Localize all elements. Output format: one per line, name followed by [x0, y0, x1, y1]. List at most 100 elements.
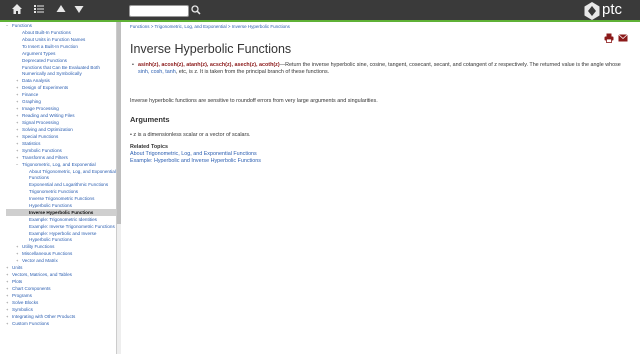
related-link[interactable]: About Trigonometric, Log, and Exponentia…	[130, 151, 257, 157]
sidebar-item[interactable]: Example: Hyperbolic and Inverse Hyperbol…	[6, 230, 116, 243]
ptc-logo-icon	[584, 2, 600, 20]
sidebar-item-label: Vectors, Matrices, and Tables	[12, 272, 72, 277]
sidebar-item-label: Units	[12, 265, 23, 270]
sidebar-item[interactable]: − Functions	[6, 22, 116, 29]
sidebar-item[interactable]: + Vectors, Matrices, and Tables	[6, 271, 116, 278]
sidebar-item[interactable]: + Solving and Optimization	[6, 126, 116, 133]
sidebar-item[interactable]: + Symbolics	[6, 306, 116, 313]
sidebar-item[interactable]: + Finance	[6, 91, 116, 98]
email-icon[interactable]	[618, 30, 628, 42]
sidebar-scrollbar-thumb[interactable]	[117, 22, 121, 224]
sidebar-item-label: Design of Experiments	[22, 85, 69, 90]
sidebar-item-label: Solving and Optimization	[22, 127, 73, 132]
sidebar-item-label: Image Processing	[22, 106, 59, 111]
print-icon[interactable]	[604, 30, 614, 43]
related-topics-heading: Related Topics	[130, 144, 168, 150]
sidebar-item-label: Reading and Writing Files	[22, 113, 75, 118]
sidebar-item-label: Inverse Trigonometric Functions	[29, 196, 95, 201]
sidebar-item[interactable]: Example: Trigonometric Identities	[6, 216, 116, 223]
sidebar-item-label: Symbolics	[12, 307, 33, 312]
sidebar-item[interactable]: + Design of Experiments	[6, 84, 116, 91]
sidebar-item-label: Functions	[12, 23, 32, 28]
function-description: asinh(z), acosh(z), atanh(z), acsch(z), …	[138, 62, 630, 76]
sidebar-item[interactable]: + Transforms and Filters	[6, 154, 116, 161]
sidebar-item[interactable]: + Units	[6, 264, 116, 271]
sidebar-item-label: Symbolic Functions	[22, 148, 62, 153]
sidebar-item-label: Exponential and Logarithmic Functions	[29, 182, 109, 187]
sidebar-item[interactable]: + Miscellaneous Functions	[6, 250, 116, 257]
sidebar-item[interactable]: Hyperbolic Functions	[6, 202, 116, 209]
sidebar-item[interactable]: Inverse Hyperbolic Functions	[6, 209, 116, 216]
sidebar-item[interactable]: To Insert a Built-In Function	[6, 43, 116, 50]
sidebar-item-label: Inverse Hyperbolic Functions	[29, 210, 94, 215]
sidebar-item[interactable]: + Utility Functions	[6, 243, 116, 250]
sidebar-item-label: Signal Processing	[22, 120, 59, 125]
sidebar-item[interactable]: + Programs	[6, 292, 116, 299]
logo-text: ptc	[602, 1, 623, 18]
sidebar-item[interactable]: + Plots	[6, 278, 116, 285]
argument-item: • z is a dimensionless scalar or a vecto…	[130, 132, 251, 138]
search-input[interactable]	[129, 5, 189, 17]
sidebar-item[interactable]: + Data Analysis	[6, 77, 116, 84]
sidebar-item-label: Example: Hyperbolic and Inverse Hyperbol…	[29, 231, 97, 242]
sidebar-item[interactable]: + Vector and Matrix	[6, 257, 116, 264]
function-list-item: • asinh(z), acosh(z), atanh(z), acsch(z)…	[130, 62, 630, 76]
sidebar-item[interactable]: + Reading and Writing Files	[6, 112, 116, 119]
sidebar-item[interactable]: − Trigonometric, Log, and Exponential	[6, 161, 116, 168]
sidebar-item[interactable]: About Trigonometric, Log, and Exponentia…	[6, 168, 116, 181]
page-title: Inverse Hyperbolic Functions	[130, 42, 292, 56]
arrow-down-icon[interactable]	[72, 3, 86, 17]
sidebar-item-label: Custom Functions	[12, 321, 50, 326]
sidebar-item-label: Special Functions	[22, 134, 59, 139]
sidebar-item-label: Graphing	[22, 99, 41, 104]
toggle-icon[interactable]: +	[6, 321, 8, 327]
description-text: Inverse hyperbolic functions are sensiti…	[130, 98, 378, 104]
sidebar-item-label: Programs	[12, 293, 32, 298]
search-icon[interactable]	[190, 3, 202, 17]
sidebar-item[interactable]: About Units in Function Names	[6, 36, 116, 43]
sidebar-item-label: Functions that Can Be Evaluated Both Num…	[22, 65, 100, 76]
arrow-up-icon[interactable]	[54, 3, 68, 17]
sidebar-item-label: Example: Inverse Trigonometric Functions	[29, 224, 115, 229]
sidebar-item[interactable]: + Custom Functions	[6, 320, 116, 327]
sidebar-item-label: About Units in Function Names	[22, 37, 86, 42]
sidebar-item-label: Data Analysis	[22, 78, 50, 83]
sidebar-item-label: To Insert a Built-In Function	[22, 44, 78, 49]
sidebar-item-label: Integrating with Other Products	[12, 314, 76, 319]
sidebar-item[interactable]: + Graphing	[6, 98, 116, 105]
sidebar-item[interactable]: Functions that Can Be Evaluated Both Num…	[6, 64, 116, 77]
sidebar-item[interactable]: About Built-In Functions	[6, 29, 116, 36]
toc-sidebar: − Functions About Built-In Functions About …	[6, 22, 117, 354]
sidebar-item[interactable]: + Integrating with Other Products	[6, 313, 116, 320]
bullet-icon: •	[132, 62, 134, 68]
list-icon[interactable]	[32, 3, 46, 17]
function-links[interactable]: sinh, cosh, tanh	[138, 69, 176, 75]
sidebar-item[interactable]: + Statistics	[6, 140, 116, 147]
home-icon[interactable]	[10, 3, 24, 17]
arguments-heading: Arguments	[130, 115, 170, 124]
sidebar-item-label: Example: Trigonometric Identities	[29, 217, 97, 222]
sidebar-item-label: About Trigonometric, Log, and Exponentia…	[29, 169, 116, 180]
sidebar-item[interactable]: + Image Processing	[6, 105, 116, 112]
sidebar-item-label: Transforms and Filters	[22, 155, 68, 160]
sidebar-item[interactable]: + Special Functions	[6, 133, 116, 140]
sidebar-item[interactable]: + Chart Components	[6, 285, 116, 292]
related-link[interactable]: Example: Hyperbolic and Inverse Hyperbol…	[130, 158, 261, 164]
sidebar-item-label: Vector and Matrix	[22, 258, 58, 263]
sidebar-item-label: Trigonometric Functions	[29, 189, 79, 194]
function-desc-part2: , etc, is z. It is taken from the princi…	[175, 69, 330, 75]
sidebar-item[interactable]: Example: Inverse Trigonometric Functions	[6, 223, 116, 230]
argument-text: z is a dimensionless scalar or a vector …	[133, 132, 251, 138]
breadcrumb[interactable]: Functions > Trigonometric, Log, and Expo…	[130, 24, 290, 29]
sidebar-item[interactable]: Exponential and Logarithmic Functions	[6, 181, 116, 188]
sidebar-item-label: Solve Blocks	[12, 300, 39, 305]
sidebar-item[interactable]: Trigonometric Functions	[6, 188, 116, 195]
sidebar-item[interactable]: Deprecated Functions	[6, 57, 116, 64]
sidebar-item[interactable]: Argument Types	[6, 50, 116, 57]
sidebar-item-label: Trigonometric, Log, and Exponential	[22, 162, 96, 167]
sidebar-item[interactable]: + Signal Processing	[6, 119, 116, 126]
sidebar-item[interactable]: Inverse Trigonometric Functions	[6, 195, 116, 202]
sidebar-item-label: Argument Types	[22, 51, 56, 56]
sidebar-item[interactable]: + Solve Blocks	[6, 299, 116, 306]
sidebar-item[interactable]: + Symbolic Functions	[6, 147, 116, 154]
